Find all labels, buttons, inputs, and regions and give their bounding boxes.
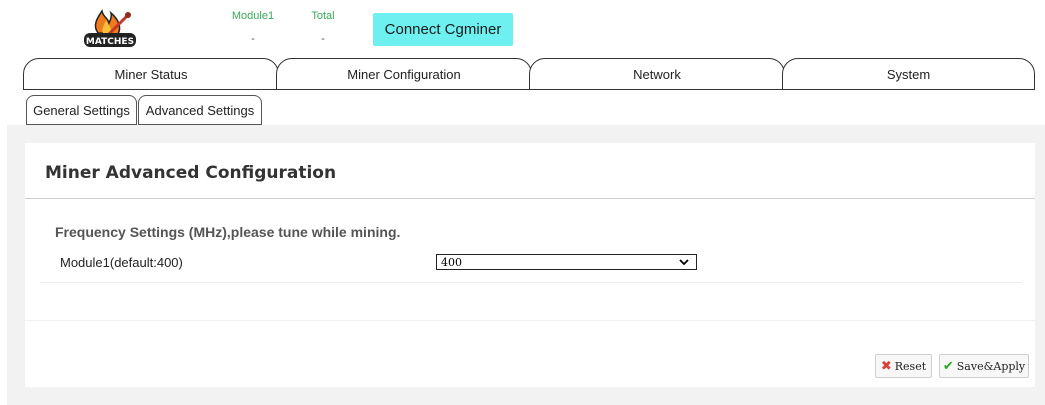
stat-value: - (321, 33, 325, 45)
divider (40, 282, 1022, 283)
module1-frequency-select[interactable]: 400 (436, 254, 697, 270)
matches-logo: MATCHES (78, 7, 142, 49)
tab-network[interactable]: Network (529, 58, 785, 90)
reset-label: Reset (894, 359, 927, 373)
checkmark-icon: ✔ (942, 358, 954, 374)
stat-module1: Module1 - (223, 10, 283, 45)
reset-button[interactable]: ✖ Reset (875, 354, 932, 378)
module1-frequency-label: Module1(default:400) (60, 255, 183, 270)
tab-system[interactable]: System (782, 58, 1035, 90)
close-icon: ✖ (880, 358, 892, 374)
main-tab-bar: Miner Status Miner Configuration Network… (23, 58, 1035, 90)
frequency-section-title: Frequency Settings (MHz),please tune whi… (55, 224, 401, 240)
chevron-down-icon (679, 259, 689, 266)
stat-value: - (251, 33, 255, 45)
select-value: 400 (441, 255, 462, 269)
stat-label: Module1 (231, 10, 275, 22)
subtab-general-settings[interactable]: General Settings (26, 95, 137, 125)
matches-logo-icon: MATCHES (84, 9, 136, 47)
stat-label: Total (311, 10, 335, 22)
tab-miner-status[interactable]: Miner Status (23, 58, 279, 90)
save-apply-button[interactable]: ✔ Save&Apply (939, 354, 1029, 378)
divider (25, 198, 1035, 199)
subtab-advanced-settings[interactable]: Advanced Settings (138, 95, 262, 125)
connect-cgminer-button[interactable]: Connect Cgminer (373, 13, 513, 46)
stat-total: Total - (298, 10, 348, 45)
panel-title: Miner Advanced Configuration (45, 163, 337, 183)
save-label: Save&Apply (956, 359, 1026, 373)
divider (25, 320, 1035, 321)
tab-miner-configuration[interactable]: Miner Configuration (276, 58, 532, 90)
svg-text:MATCHES: MATCHES (86, 37, 134, 47)
